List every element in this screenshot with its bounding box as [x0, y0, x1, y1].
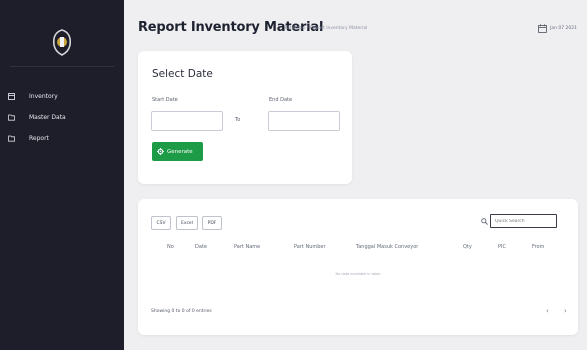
start-date-input[interactable]: [151, 111, 223, 131]
date-filter-card: Select Date Start Date To End Date Gener…: [138, 51, 352, 184]
column-header-part-number[interactable]: Part Number: [294, 244, 326, 250]
sidebar-item-label: Master Data: [29, 114, 66, 121]
sidebar-item-master-data[interactable]: Master Data: [8, 107, 120, 128]
column-header-from[interactable]: From: [532, 244, 544, 250]
date-display: Jan 07 2021: [538, 24, 577, 33]
sidebar-item-report[interactable]: Report: [8, 128, 120, 149]
logo-icon: [50, 28, 74, 58]
column-header-pic[interactable]: PIC: [498, 244, 506, 250]
folder-icon: [8, 114, 15, 121]
sidebar: Inventory Master Data Report: [0, 0, 124, 350]
generate-label: Generate: [167, 148, 193, 155]
gear-icon: [157, 148, 164, 155]
calendar-icon: [538, 24, 547, 33]
empty-table-message: No data available in table: [335, 272, 381, 276]
search-bar: [481, 214, 557, 228]
breadcrumb[interactable]: Fatekapp / Report Inventory Material: [285, 26, 367, 31]
search-input[interactable]: [490, 214, 557, 228]
export-pdf-button[interactable]: PDF: [202, 216, 222, 230]
sidebar-item-inventory[interactable]: Inventory: [8, 86, 120, 107]
column-header-tanggal-masuk-conveyor[interactable]: Tanggal Masuk Conveyor: [356, 244, 418, 250]
end-date-input[interactable]: [268, 111, 340, 131]
search-icon: [481, 217, 488, 225]
card-heading: Select Date: [152, 68, 213, 80]
end-date-label: End Date: [269, 97, 293, 103]
sidebar-divider: [10, 66, 114, 67]
export-csv-button[interactable]: CSV: [151, 216, 171, 230]
column-header-qty[interactable]: Qty: [463, 244, 472, 250]
entries-info: Showing 0 to 0 of 0 entries: [151, 309, 212, 314]
export-excel-button[interactable]: Excel: [176, 216, 198, 230]
column-header-no[interactable]: No: [167, 244, 174, 250]
previous-page-button[interactable]: ‹: [546, 307, 549, 315]
column-header-part-name[interactable]: Part Name: [234, 244, 260, 250]
report-table-card: CSV Excel PDF No Date Part Name Part Num…: [138, 199, 578, 335]
date-text: Jan 07 2021: [550, 26, 577, 31]
inventory-icon: [8, 93, 15, 100]
to-label: To: [235, 117, 241, 123]
start-date-label: Start Date: [152, 97, 178, 103]
generate-button[interactable]: Generate: [152, 142, 203, 161]
column-header-date[interactable]: Date: [195, 244, 207, 250]
folder-icon: [8, 135, 15, 142]
next-page-button[interactable]: ›: [564, 307, 567, 315]
sidebar-nav: Inventory Master Data Report: [8, 86, 120, 149]
main-content: Report Inventory Material Fatekapp / Rep…: [124, 0, 587, 350]
sidebar-item-label: Inventory: [29, 93, 58, 100]
sidebar-item-label: Report: [29, 135, 49, 142]
